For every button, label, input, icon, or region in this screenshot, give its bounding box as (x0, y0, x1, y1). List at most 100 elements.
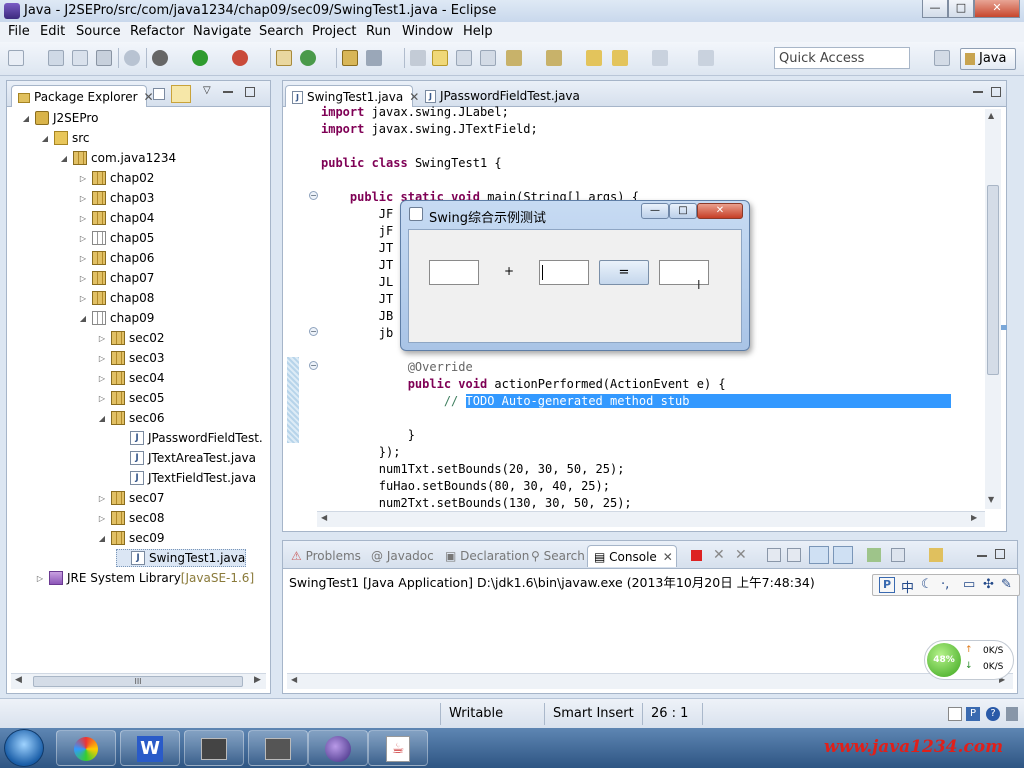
print-icon[interactable] (96, 50, 112, 66)
dialog-minimize-button[interactable]: — (641, 203, 669, 219)
open-perspective-icon[interactable] (934, 50, 950, 66)
code-line[interactable]: num1Txt.setBounds(20, 30, 50, 25); (321, 462, 625, 476)
save-icon[interactable] (48, 50, 64, 66)
tab-search[interactable]: ⚲ Search (525, 545, 591, 567)
tab-declaration[interactable]: ▣ Declaration (439, 545, 535, 567)
overview-ruler-marker[interactable] (1001, 325, 1007, 330)
tree-item[interactable]: ▷ chap02 (78, 169, 154, 187)
open-type-icon[interactable] (342, 50, 358, 66)
tree-item[interactable]: ▷ sec02 (97, 329, 165, 347)
minimize-view-icon[interactable] (973, 91, 983, 93)
remove-launch-icon[interactable]: ✕ (713, 547, 725, 563)
view-menu-icon[interactable]: ▽ (203, 85, 211, 96)
scroll-lock-icon[interactable] (787, 548, 801, 562)
collapsed-arrow-icon[interactable]: ▷ (78, 254, 88, 263)
tab-jpasswordfieldtest[interactable]: J JPasswordFieldTest.java (419, 85, 589, 107)
scroll-left-icon[interactable]: ◀ (291, 675, 297, 684)
tree-item[interactable]: ▷ sec03 (97, 349, 165, 367)
tree-item[interactable]: ◢ sec06 (97, 409, 165, 427)
taskbar-recorder-icon[interactable] (248, 730, 308, 766)
horizontal-scrollbar[interactable]: ◀ III ▶ (11, 673, 266, 689)
menu-help[interactable]: Help (463, 24, 493, 39)
tree-item[interactable]: J JTextAreaTest.java (116, 449, 256, 467)
code-line[interactable]: fuHao.setBounds(80, 30, 40, 25); (321, 479, 610, 493)
terminate-icon[interactable] (691, 550, 702, 561)
tree-item[interactable]: ◢ chap09 (78, 309, 154, 327)
tree-item[interactable]: ▷ JRE System Library [JavaSE-1.6] (35, 569, 254, 587)
remove-all-icon[interactable]: ✕ (735, 547, 747, 563)
collapsed-arrow-icon[interactable]: ▷ (35, 574, 45, 583)
menu-refactor[interactable]: Refactor (130, 24, 185, 39)
scroll-up-icon[interactable]: ▲ (988, 111, 994, 120)
show-whitespace-icon[interactable] (480, 50, 496, 66)
code-line[interactable]: jF (321, 224, 393, 238)
collapsed-arrow-icon[interactable]: ▷ (97, 514, 107, 523)
tab-problems[interactable]: ⚠ Problems (285, 545, 367, 567)
code-line[interactable]: }); (321, 445, 401, 459)
prev-annotation-icon[interactable] (546, 50, 562, 66)
search-icon[interactable] (366, 50, 382, 66)
minimize-view-icon[interactable] (977, 555, 987, 557)
menu-navigate[interactable]: Navigate (193, 24, 251, 39)
tree-item[interactable]: ◢ sec09 (97, 529, 165, 547)
tree-item[interactable]: ▷ sec08 (97, 509, 165, 527)
collapsed-arrow-icon[interactable]: ▷ (78, 274, 88, 283)
maximize-view-icon[interactable] (245, 87, 255, 97)
run-icon[interactable] (192, 50, 208, 66)
code-line[interactable]: jb (321, 326, 393, 340)
tab-console[interactable]: ▤ Console ✕ (587, 545, 677, 567)
code-line[interactable]: public void actionPerformed(ActionEvent … (321, 377, 726, 391)
menu-run[interactable]: Run (366, 24, 391, 39)
tree-item[interactable]: ▷ chap04 (78, 209, 154, 227)
code-line[interactable]: @Override (321, 360, 473, 374)
collapsed-arrow-icon[interactable]: ▷ (97, 354, 107, 363)
expanded-arrow-icon[interactable]: ◢ (78, 314, 88, 323)
expanded-arrow-icon[interactable]: ◢ (21, 114, 31, 123)
code-line[interactable]: JF (321, 207, 393, 221)
code-line[interactable]: import javax.swing.JLabel; (321, 105, 509, 119)
block-selection-icon[interactable] (456, 50, 472, 66)
tray-p-icon[interactable]: P (966, 707, 980, 721)
num2-text-field[interactable] (539, 260, 589, 285)
ime-settings-icon[interactable]: ✎ (1001, 577, 1012, 592)
clear-console-icon[interactable] (767, 548, 781, 562)
last-edit-icon[interactable] (586, 50, 602, 66)
fold-collapse-icon[interactable]: − (309, 191, 318, 200)
code-line[interactable]: JT (321, 241, 393, 255)
highlight-icon[interactable] (432, 50, 448, 66)
tree-item[interactable]: ▷ sec07 (97, 489, 165, 507)
maximize-view-icon[interactable] (995, 549, 1005, 559)
menu-window[interactable]: Window (402, 24, 453, 39)
taskbar-video-icon[interactable] (184, 730, 244, 766)
ime-tools-icon[interactable]: ✣ (983, 577, 994, 592)
collapsed-arrow-icon[interactable]: ▷ (78, 174, 88, 183)
close-icon[interactable]: ✕ (663, 550, 673, 564)
editor-horizontal-scrollbar[interactable]: ◀ ▶ (317, 511, 985, 527)
ime-mode-label[interactable]: 中 (901, 577, 914, 596)
close-icon[interactable]: ✕ (409, 90, 419, 104)
equals-button[interactable]: = (599, 260, 649, 285)
expanded-arrow-icon[interactable]: ◢ (59, 154, 69, 163)
save-all-icon[interactable] (72, 50, 88, 66)
code-line[interactable]: JB (321, 309, 393, 323)
display-console-icon[interactable] (891, 548, 905, 562)
expanded-arrow-icon[interactable]: ◢ (40, 134, 50, 143)
maximize-button[interactable]: □ (948, 0, 974, 18)
code-line[interactable]: JL (321, 275, 393, 289)
pin-console-icon[interactable] (867, 548, 881, 562)
collapsed-arrow-icon[interactable]: ▷ (97, 374, 107, 383)
collapsed-arrow-icon[interactable]: ▷ (97, 394, 107, 403)
result-text-field[interactable] (659, 260, 709, 285)
start-button[interactable] (4, 729, 44, 767)
ime-moon-icon[interactable]: ☾ (921, 577, 933, 592)
code-line[interactable]: } (321, 428, 415, 442)
new-java-class-icon[interactable] (300, 50, 316, 66)
java-perspective-button[interactable]: Java (960, 48, 1016, 70)
tree-item[interactable]: ▷ chap06 (78, 249, 154, 267)
dialog-maximize-button[interactable]: □ (669, 203, 697, 219)
tree-item[interactable]: J SwingTest1.java (116, 549, 247, 567)
network-speed-widget[interactable]: 48% ↑ ↓ 0K/S 0K/S (924, 640, 1014, 680)
tree-item[interactable]: J JPasswordFieldTest. (116, 429, 263, 447)
collapsed-arrow-icon[interactable]: ▷ (78, 294, 88, 303)
menu-edit[interactable]: Edit (40, 24, 65, 39)
